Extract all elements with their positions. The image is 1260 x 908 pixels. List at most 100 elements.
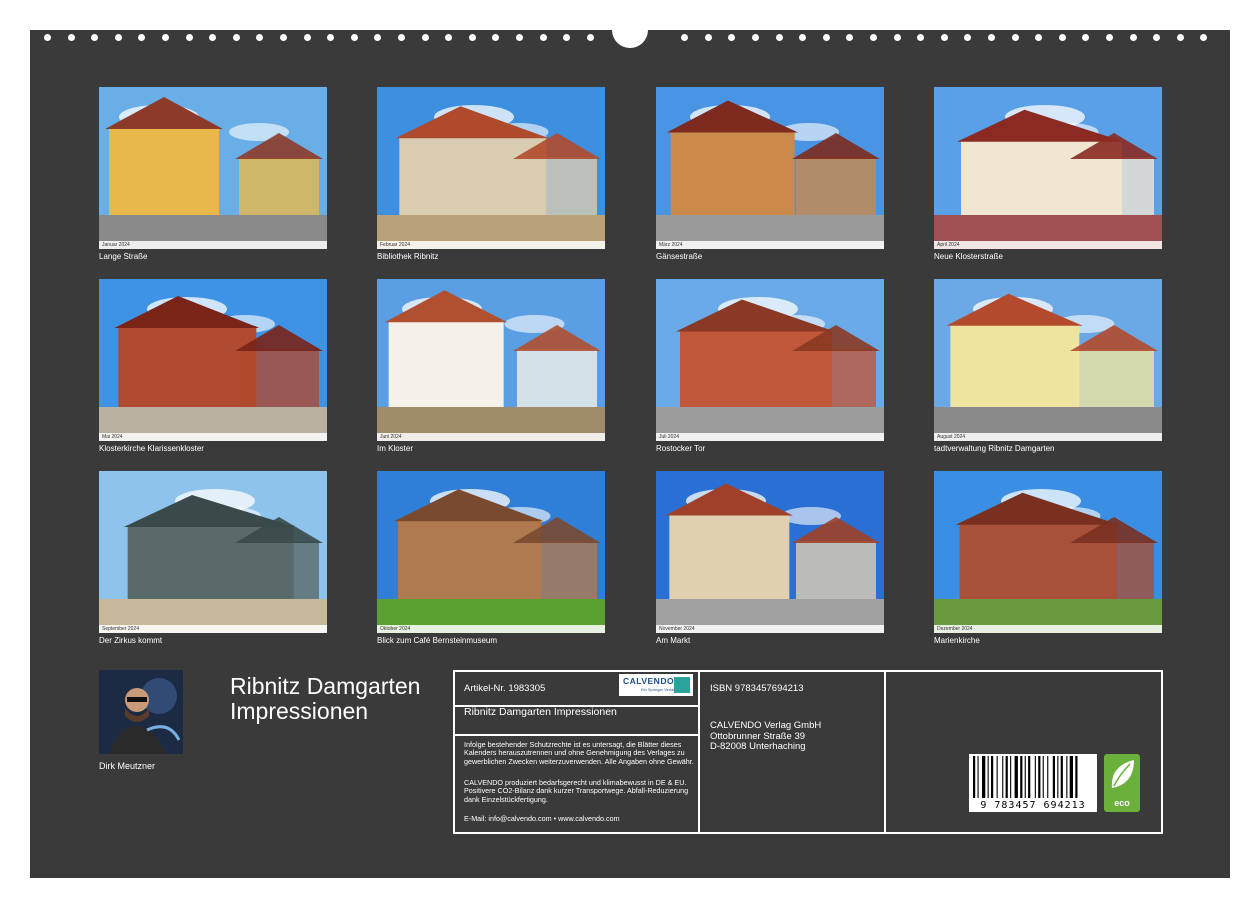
barcode-bar <box>1047 756 1048 798</box>
barcode-bar <box>1053 756 1055 798</box>
binding-hole <box>776 34 783 41</box>
photo-caption: tadtverwaltung Ribnitz Damgarten <box>934 444 1055 453</box>
calendar-date-strip: Oktober 2024 <box>377 625 605 633</box>
calendar-date-strip: Dezember 2024 <box>934 625 1162 633</box>
binding-hole <box>492 34 499 41</box>
publisher-address: CALVENDO Verlag GmbH Ottobrunner Straße … <box>710 721 821 753</box>
binding-hole <box>1012 34 1019 41</box>
barcode-bar <box>1002 756 1003 798</box>
calendar-date-strip: März 2024 <box>656 241 884 249</box>
author-avatar <box>99 670 183 754</box>
barcode-bar <box>1015 756 1018 798</box>
binding-hole <box>422 34 429 41</box>
barcode-bar <box>1028 756 1030 798</box>
calendar-date-strip: Februar 2024 <box>377 241 605 249</box>
calendar-photo: November 2024 <box>656 471 884 633</box>
photo-caption: Gänsestraße <box>656 252 702 261</box>
binding-hole <box>91 34 98 41</box>
binding-hole <box>941 34 948 41</box>
barcode-bar <box>1038 756 1040 798</box>
photo-caption: Am Markt <box>656 636 690 645</box>
binding-hole <box>327 34 334 41</box>
binding-hole <box>1130 34 1137 41</box>
calendar-month-label: Februar 2024 <box>380 241 410 249</box>
binding-hole <box>162 34 169 41</box>
calendar-photo: August 2024 <box>934 279 1162 441</box>
calendar-date-strip: November 2024 <box>656 625 884 633</box>
calendar-month-label: Oktober 2024 <box>380 625 410 633</box>
barcode-bar <box>982 756 985 798</box>
binding-hole <box>68 34 75 41</box>
calendar-title-line1: Ribnitz Damgarten <box>230 674 420 699</box>
binding-hole <box>209 34 216 41</box>
calendar-photo: Januar 2024 <box>99 87 327 249</box>
binding-hole <box>351 34 358 41</box>
barcode-bar <box>1066 756 1067 798</box>
binding-hole <box>846 34 853 41</box>
binding-hole <box>398 34 405 41</box>
binding-hole <box>587 34 594 41</box>
binding-hole <box>681 34 688 41</box>
binding-hole <box>1177 34 1184 41</box>
photo-caption: Klosterkirche Klarissenkloster <box>99 444 204 453</box>
binding-hole <box>1035 34 1042 41</box>
photo-caption: Lange Straße <box>99 252 147 261</box>
calendar-month-label: Januar 2024 <box>102 241 130 249</box>
barcode-bar <box>1061 756 1063 798</box>
calendar-photo: September 2024 <box>99 471 327 633</box>
binding-hole <box>870 34 877 41</box>
binding-hole <box>304 34 311 41</box>
calendar-month-label: Juni 2024 <box>380 433 402 441</box>
barcode-bar <box>1020 756 1022 798</box>
calendar-month-label: Juli 2024 <box>659 433 679 441</box>
calendar-photo: April 2024 <box>934 87 1162 249</box>
author-name: Dirk Meutzner <box>99 761 155 771</box>
calendar-photo: Oktober 2024 <box>377 471 605 633</box>
binding-hole <box>563 34 570 41</box>
photo-caption: Blick zum Café Bernsteinmuseum <box>377 636 497 645</box>
barcode: 9 783457 694213 <box>969 754 1097 812</box>
binding-hole <box>752 34 759 41</box>
photo-caption: Bibliothek Ribnitz <box>377 252 438 261</box>
calendar-title: Ribnitz Damgarten Impressionen <box>230 674 420 724</box>
binding-hole <box>516 34 523 41</box>
calendar-photo: Mai 2024 <box>99 279 327 441</box>
barcode-bar <box>1043 756 1044 798</box>
binding-hole <box>823 34 830 41</box>
calendar-date-strip: August 2024 <box>934 433 1162 441</box>
barcode-number: 9 783457 694213 <box>969 800 1097 811</box>
binding-hole <box>1153 34 1160 41</box>
binding-hole <box>705 34 712 41</box>
binding-hole <box>138 34 145 41</box>
calendar-date-strip: Januar 2024 <box>99 241 327 249</box>
barcode-bar <box>1006 756 1008 798</box>
calendar-photo: Juni 2024 <box>377 279 605 441</box>
calendar-back-cover: Januar 2024 Lange Straße Februar 2024 Bibli… <box>30 30 1230 878</box>
photo-caption: Marienkirche <box>934 636 980 645</box>
binding-hole <box>894 34 901 41</box>
binding-hole <box>1106 34 1113 41</box>
calendar-month-label: März 2024 <box>659 241 683 249</box>
binding-hole <box>280 34 287 41</box>
binding-hole <box>1200 34 1207 41</box>
calendar-date-strip: Juli 2024 <box>656 433 884 441</box>
binding-hole <box>799 34 806 41</box>
photo-caption: Rostocker Tor <box>656 444 705 453</box>
binding-hole <box>728 34 735 41</box>
barcode-bar <box>1025 756 1026 798</box>
binding-hole <box>988 34 995 41</box>
calvendo-logo: CALVENDO Ein Springer Verlag <box>619 674 693 696</box>
calendar-month-label: September 2024 <box>102 625 139 633</box>
eco-notice: CALVENDO produziert bedarfsgerecht und k… <box>464 779 696 804</box>
barcode-bars <box>969 754 1097 800</box>
leaf-icon <box>1104 754 1140 794</box>
binding-hole <box>256 34 263 41</box>
photo-caption: Neue Klosterstraße <box>934 252 1003 261</box>
barcode-bar <box>978 756 979 798</box>
calendar-photo: Februar 2024 <box>377 87 605 249</box>
binding-hole <box>540 34 547 41</box>
legal-notice: Infolge bestehender Schutzrechte ist es … <box>464 741 694 766</box>
barcode-bar <box>1035 756 1036 798</box>
calendar-month-label: April 2024 <box>937 241 960 249</box>
product-title: Ribnitz Damgarten Impressionen <box>464 706 617 718</box>
